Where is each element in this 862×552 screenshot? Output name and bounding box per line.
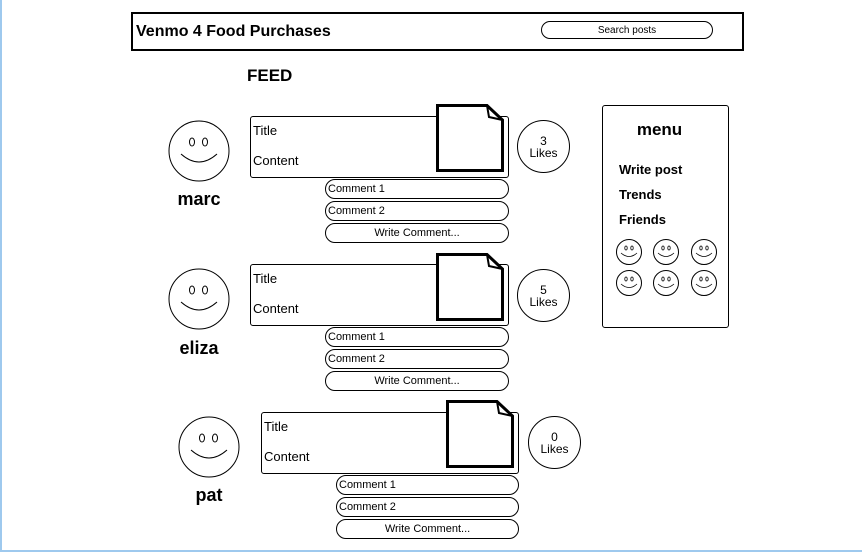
feed-title: FEED — [247, 66, 293, 85]
post-username[interactable]: marc — [159, 189, 239, 210]
app-title: Venmo 4 Food Purchases — [136, 23, 331, 40]
smiley-face-icon — [168, 120, 230, 182]
smiley-face-icon[interactable] — [691, 270, 717, 296]
post-content: Content — [264, 449, 310, 464]
comment-item: Comment 2 — [336, 497, 519, 517]
likes-label: Likes — [540, 441, 569, 456]
comment-item: Comment 1 — [336, 475, 519, 495]
comment-item: Comment 1 — [325, 179, 509, 199]
likes-counter[interactable]: 3 Likes — [517, 120, 570, 173]
menu-item-trends[interactable]: Trends — [619, 187, 662, 202]
search-posts-button[interactable]: Search posts — [541, 21, 713, 39]
write-comment-button[interactable]: Write Comment... — [325, 223, 509, 243]
likes-counter[interactable]: 5 Likes — [517, 269, 570, 322]
likes-count: 0 — [551, 429, 558, 444]
post-content: Content — [253, 301, 299, 316]
header-bar: Venmo 4 Food Purchases Search posts — [131, 12, 744, 51]
menu-title: menu — [636, 120, 683, 139]
likes-count: 3 — [540, 133, 547, 148]
likes-label: Likes — [529, 145, 558, 160]
smiley-face-icon[interactable] — [691, 239, 717, 265]
likes-count: 5 — [540, 282, 547, 297]
post-title: Title — [264, 419, 289, 434]
likes-label: Likes — [529, 294, 558, 309]
smiley-face-icon — [178, 416, 240, 478]
document-icon — [436, 253, 504, 321]
smiley-face-icon[interactable] — [653, 239, 679, 265]
write-comment-button[interactable]: Write Comment... — [336, 519, 519, 539]
menu-item-write-post[interactable]: Write post — [619, 162, 682, 177]
smiley-face-icon[interactable] — [616, 239, 642, 265]
comment-item: Comment 2 — [325, 201, 509, 221]
smiley-face-icon[interactable] — [616, 270, 642, 296]
likes-counter[interactable]: 0 Likes — [528, 416, 581, 469]
comment-item: Comment 1 — [325, 327, 509, 347]
document-icon — [446, 400, 514, 468]
write-comment-button[interactable]: Write Comment... — [325, 371, 509, 391]
window-frame-left — [0, 0, 2, 552]
post-username[interactable]: eliza — [159, 338, 239, 359]
post-username[interactable]: pat — [169, 485, 249, 506]
menu-item-friends[interactable]: Friends — [619, 212, 666, 227]
document-icon — [436, 104, 504, 172]
smiley-face-icon — [168, 268, 230, 330]
post-content: Content — [253, 153, 299, 168]
comment-item: Comment 2 — [325, 349, 509, 369]
post-title: Title — [253, 123, 278, 138]
post-title: Title — [253, 271, 278, 286]
smiley-face-icon[interactable] — [653, 270, 679, 296]
menu-panel: menu Write post Trends Friends — [602, 105, 729, 328]
